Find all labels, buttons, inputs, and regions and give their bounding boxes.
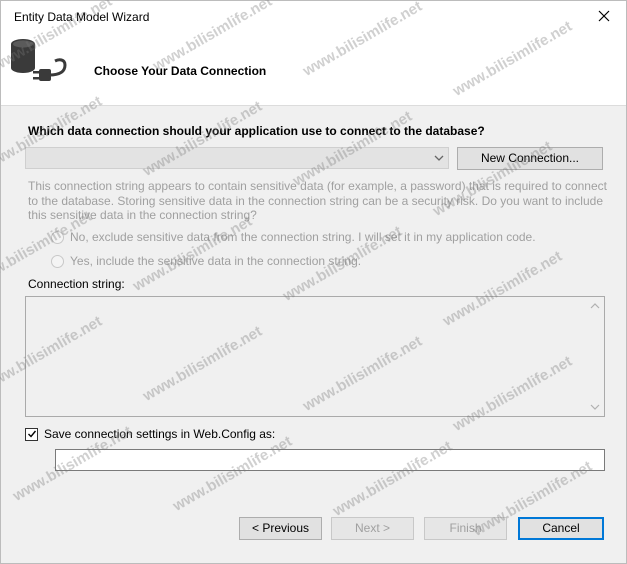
title-bar: Entity Data Model Wizard bbox=[1, 1, 626, 32]
connection-string-label: Connection string: bbox=[28, 277, 125, 291]
radio-button[interactable] bbox=[51, 254, 64, 268]
webconfig-name-input[interactable] bbox=[55, 449, 605, 471]
wizard-header: Choose Your Data Connection bbox=[1, 32, 626, 106]
sensitive-data-warning: This connection string appears to contai… bbox=[28, 179, 607, 222]
vertical-scrollbar[interactable] bbox=[587, 297, 604, 416]
close-icon bbox=[598, 10, 610, 22]
cancel-button[interactable]: Cancel bbox=[518, 517, 604, 540]
close-button[interactable] bbox=[582, 1, 626, 31]
wizard-window: Entity Data Model Wizard Choose Your Dat… bbox=[0, 0, 627, 564]
new-connection-button[interactable]: New Connection... bbox=[457, 147, 603, 170]
chevron-down-icon bbox=[434, 155, 444, 161]
save-settings-label: Save connection settings in Web.Config a… bbox=[44, 427, 276, 441]
save-settings-checkbox[interactable] bbox=[25, 427, 38, 441]
scroll-down-icon[interactable] bbox=[590, 403, 600, 411]
radio-exclude-label: No, exclude sensitive data from the conn… bbox=[70, 230, 536, 244]
page-title: Choose Your Data Connection bbox=[94, 64, 267, 78]
save-settings-row[interactable]: Save connection settings in Web.Config a… bbox=[25, 426, 275, 442]
finish-button[interactable]: Finish bbox=[424, 517, 507, 540]
radio-include-label: Yes, include the sensitive data in the c… bbox=[70, 254, 362, 268]
radio-button[interactable] bbox=[51, 230, 64, 244]
window-title: Entity Data Model Wizard bbox=[14, 10, 150, 24]
connection-question: Which data connection should your applic… bbox=[28, 124, 485, 138]
scroll-up-icon[interactable] bbox=[590, 302, 600, 310]
radio-include-sensitive[interactable]: Yes, include the sensitive data in the c… bbox=[51, 253, 361, 269]
next-button[interactable]: Next > bbox=[331, 517, 414, 540]
data-connection-select[interactable] bbox=[25, 147, 449, 169]
previous-button[interactable]: < Previous bbox=[239, 517, 322, 540]
database-connect-icon bbox=[11, 39, 67, 81]
connection-string-textarea[interactable] bbox=[25, 296, 605, 417]
checkmark-icon bbox=[27, 430, 36, 438]
radio-exclude-sensitive[interactable]: No, exclude sensitive data from the conn… bbox=[51, 229, 536, 245]
